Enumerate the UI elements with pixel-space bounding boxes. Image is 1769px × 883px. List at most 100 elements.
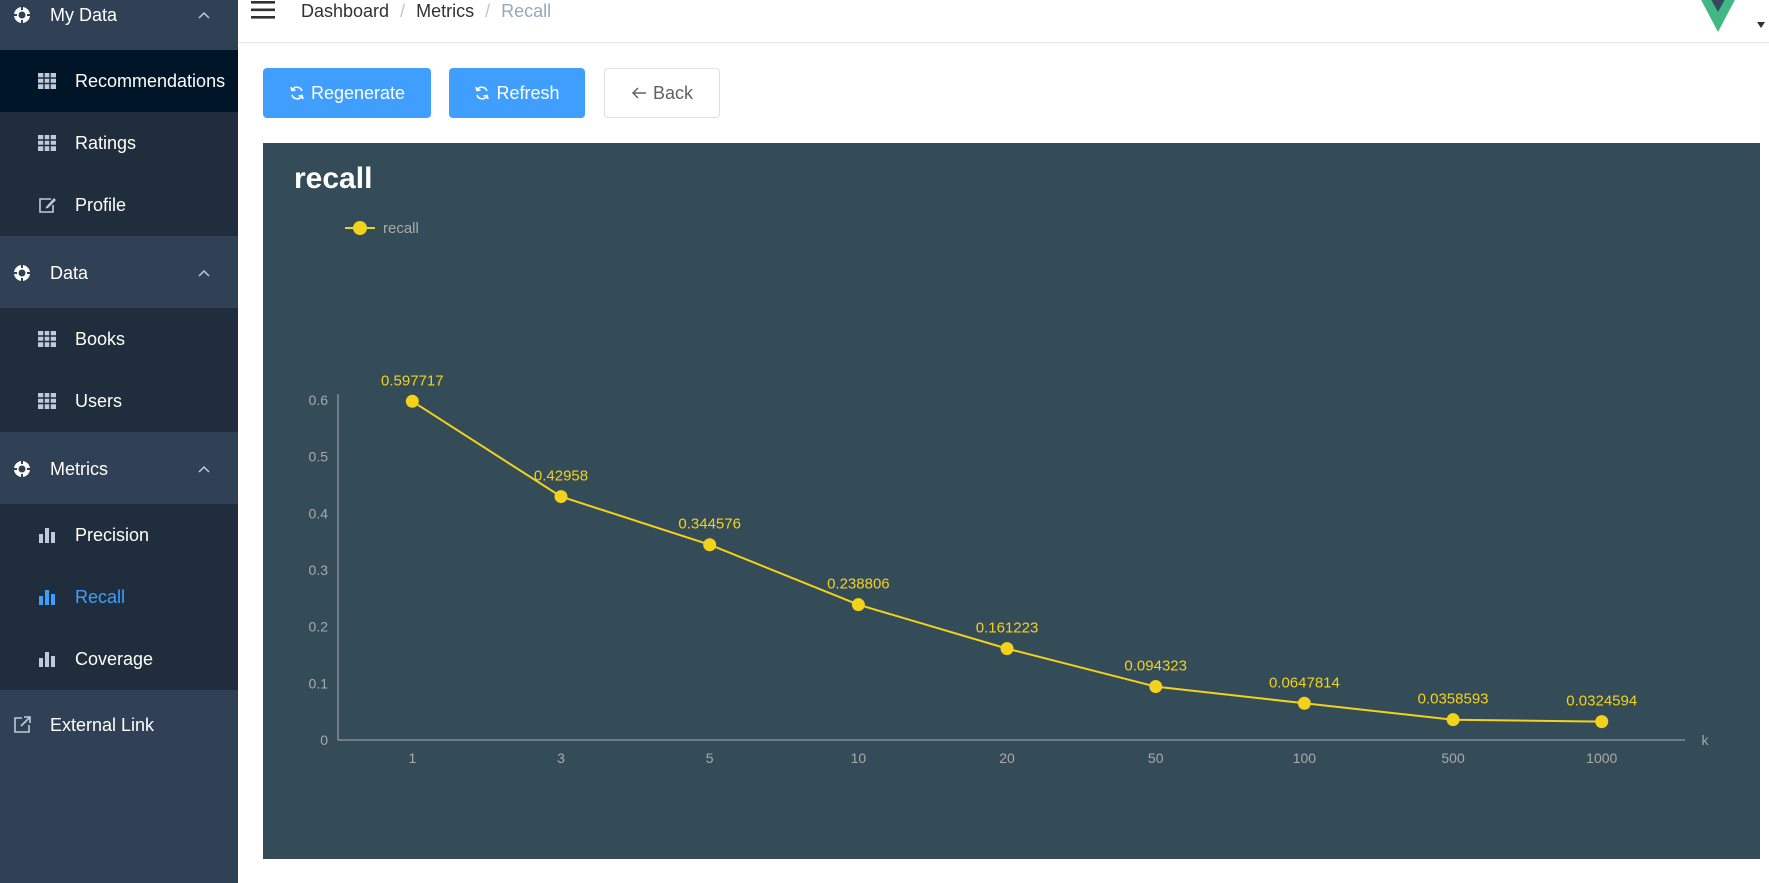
table-icon (38, 73, 56, 89)
data-point (1149, 680, 1163, 694)
refresh-button[interactable]: Refresh (449, 68, 585, 118)
y-tick-label: 0 (320, 732, 328, 748)
sidebar-item-external-link[interactable]: External Link (0, 690, 238, 760)
sidebar-item-recall[interactable]: Recall (0, 566, 238, 628)
data-point (1000, 642, 1014, 656)
sidebar-item-label: Profile (75, 194, 127, 215)
data-point (703, 538, 717, 552)
sidebar-item-label: Users (75, 390, 123, 411)
data-label: 0.161223 (976, 620, 1039, 637)
sidebar-item-label: Ratings (75, 132, 137, 153)
refresh-icon (475, 86, 490, 100)
back-button[interactable]: Back (604, 68, 720, 118)
y-tick-label: 0.5 (309, 449, 329, 465)
data-label: 0.094323 (1124, 658, 1187, 675)
y-tick-label: 0.3 (309, 562, 329, 578)
sidebar-item-users[interactable]: Users (0, 370, 238, 432)
submenu-label: My Data (50, 4, 118, 25)
breadcrumb-separator: / (485, 1, 491, 21)
x-tick-label: 1000 (1586, 750, 1617, 766)
recall-line-chart: recall recall 0 0.1 0.2 0.3 0.4 0.5 0.6 1 3 5 10 20 50… (294, 162, 1710, 766)
data-label: 0.344576 (678, 516, 741, 533)
sidebar: My Data Recommendations Ratings Profile … (0, 0, 238, 883)
submenu-label: Metrics (50, 458, 108, 479)
submenu-label: Data (50, 262, 89, 283)
data-point (1297, 696, 1311, 710)
avatar[interactable] (1694, 0, 1742, 34)
chevron-up-icon (198, 465, 210, 473)
arrow-left-icon (631, 87, 646, 99)
data-point (1446, 713, 1460, 727)
regenerate-label: Regenerate (310, 82, 406, 103)
dashboard-icon (13, 460, 31, 478)
y-tick-label: 0.4 (309, 505, 329, 521)
breadcrumb-metrics[interactable]: Metrics (416, 1, 474, 22)
regenerate-button[interactable]: Regenerate (263, 68, 431, 118)
data-label: 0.238806 (827, 576, 890, 593)
series-line-recall (411, 400, 1602, 723)
refresh-label: Refresh (496, 82, 560, 103)
data-point (554, 490, 568, 504)
data-label: 0.597717 (381, 372, 444, 389)
sidebar-item-label: Coverage (75, 648, 154, 669)
chevron-up-icon (198, 11, 210, 19)
sidebar-item-label: Recall (75, 586, 126, 607)
sidebar-item-precision[interactable]: Precision (0, 504, 238, 566)
sidebar-item-ratings[interactable]: Ratings (0, 112, 238, 174)
breadcrumb-dashboard[interactable]: Dashboard (301, 1, 389, 22)
bar-chart-icon (39, 590, 55, 605)
y-tick-label: 0.1 (309, 675, 329, 691)
sidebar-item-coverage[interactable]: Coverage (0, 628, 238, 690)
y-tick-label: 0.2 (309, 619, 329, 635)
sidebar-item-profile[interactable]: Profile (0, 174, 238, 236)
x-tick-label: 20 (999, 750, 1015, 766)
table-icon (38, 393, 56, 409)
table-icon (38, 331, 56, 347)
x-tick-label: 5 (706, 750, 714, 766)
chart-title: recall (294, 162, 372, 195)
sidebar-item-books[interactable]: Books (0, 308, 238, 370)
x-axis-title: k (1702, 732, 1710, 748)
breadcrumb: Dashboard / Metrics / Recall (301, 1, 551, 22)
dashboard-icon (13, 6, 31, 24)
data-label: 0.0324594 (1566, 693, 1637, 710)
x-tick-label: 10 (851, 750, 867, 766)
chart-panel: recall recall 0 0.1 0.2 0.3 0.4 0.5 0.6 1 3 5 10 20 50… (263, 143, 1760, 859)
legend-marker (353, 221, 367, 235)
data-label: 0.0358593 (1418, 691, 1489, 708)
caret-down-icon[interactable] (1757, 22, 1765, 28)
x-tick-label: 500 (1441, 750, 1465, 766)
data-point (405, 394, 419, 408)
sidebar-item-label: Precision (75, 524, 150, 545)
data-point (1595, 715, 1609, 729)
y-tick-label: 0.6 (309, 392, 329, 408)
edit-icon (39, 198, 56, 213)
table-icon (38, 135, 56, 151)
back-label: Back (652, 82, 694, 103)
chevron-up-icon (198, 269, 210, 277)
x-tick-label: 50 (1148, 750, 1164, 766)
breadcrumb-current: Recall (501, 1, 552, 21)
refresh-icon (290, 86, 304, 100)
navbar: Dashboard / Metrics / Recall (238, 0, 1769, 43)
x-tick-label: 1 (408, 750, 416, 766)
bar-chart-icon (39, 652, 55, 667)
submenu-my-data[interactable]: My Data (0, 0, 238, 50)
sidebar-item-recommendations[interactable]: Recommendations (0, 50, 238, 112)
legend-label: recall (383, 220, 419, 237)
hamburger-icon[interactable] (250, 0, 276, 22)
submenu-metrics[interactable]: Metrics (0, 434, 238, 504)
data-label: 0.0647814 (1269, 674, 1340, 691)
x-tick-label: 100 (1293, 750, 1317, 766)
bar-chart-icon (39, 528, 55, 543)
external-link-icon (14, 716, 31, 733)
breadcrumb-separator: / (400, 1, 406, 21)
data-label: 0.42958 (534, 468, 588, 485)
dashboard-icon (13, 264, 31, 282)
submenu-data[interactable]: Data (0, 238, 238, 308)
sidebar-item-label: Recommendations (75, 70, 226, 91)
sidebar-item-label: External Link (50, 714, 155, 735)
x-tick-label: 3 (557, 750, 565, 766)
data-point (851, 598, 865, 612)
sidebar-item-label: Books (75, 328, 126, 349)
